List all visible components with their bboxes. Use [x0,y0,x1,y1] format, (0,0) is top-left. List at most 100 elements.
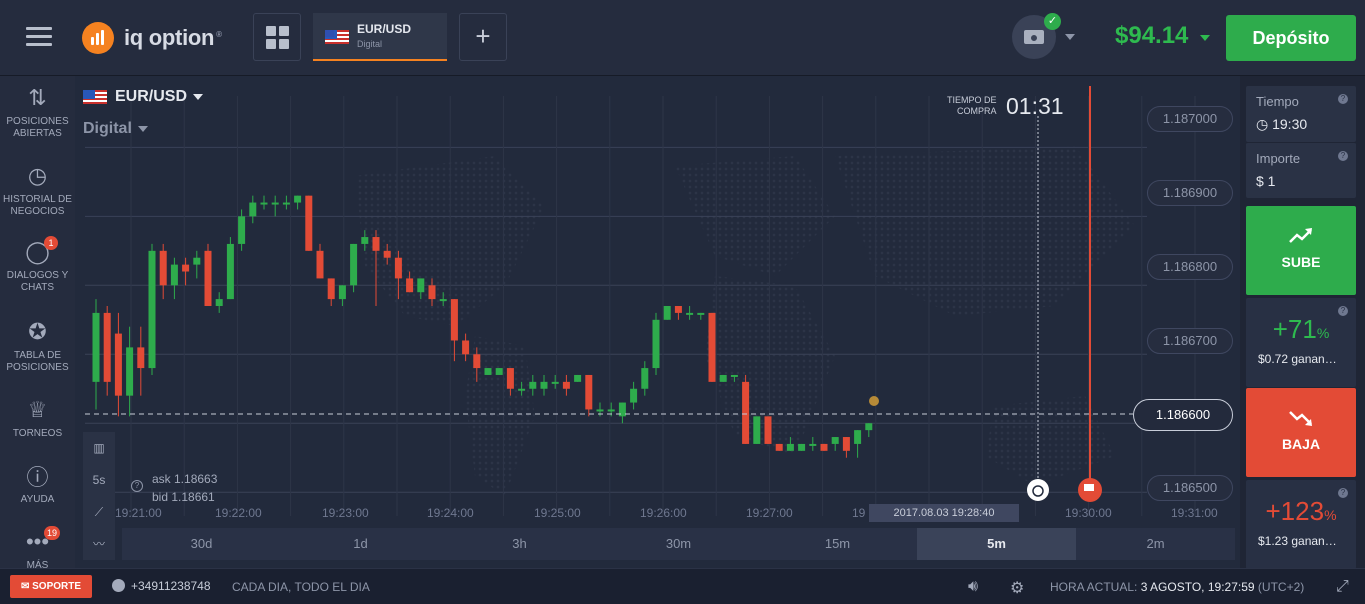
left-sidebar: ⇅ POSICIONES ABIERTAS ◷ HISTORIAL DE NEG… [0,76,75,571]
ask-price: ask 1.18663 [152,472,218,486]
logo-icon [82,22,114,54]
time-tick: 19 [852,506,866,520]
candle-down [820,443,828,451]
brand-logo[interactable]: iq option ® [82,22,222,54]
candle-type-button[interactable]: ▥ [83,432,115,464]
timeframe-15m[interactable]: 15m [758,528,917,560]
buy-time-label: TIEMPO DE COMPRA [947,95,997,116]
sidebar-item-help[interactable]: ⓘ AYUDA [0,462,75,506]
trend-down-icon [1289,411,1312,426]
timeframe-bar: 30d 1d 3h 30m 15m 5m 2m [122,528,1235,560]
chart-asset-selector[interactable]: EUR/USD [83,88,204,106]
sidebar-item-leaderboard[interactable]: ✪ TABLA DE POSICIONES [0,318,75,374]
candle-down [562,381,570,389]
chevron-down-icon[interactable] [1065,34,1075,40]
candle-down [775,443,783,451]
candle-down [159,250,167,286]
candle-down [585,374,593,410]
deposit-button[interactable]: Depósito [1226,15,1356,61]
info-icon[interactable]: ? [131,480,143,492]
candle-down [316,250,324,279]
chat-badge: 1 [44,236,58,250]
camera-button[interactable]: ✓ [1012,13,1061,59]
chart-asset-name: EUR/USD [115,88,188,105]
candle-up [271,202,279,205]
candle-up [215,299,223,306]
add-asset-button[interactable]: + [459,13,507,61]
candle-up [495,368,503,375]
put-label: BAJA [1281,436,1321,452]
timeframe-3h[interactable]: 3h [440,528,599,560]
candle-up [831,437,839,444]
footer: ✉ SOPORTE +34911238748 CADA DIA, TODO EL… [0,568,1365,604]
sidebar-item-trade-history[interactable]: ◷ HISTORIAL DE NEGOCIOS [0,162,75,218]
indicators-button[interactable]: 〰 [83,528,115,560]
candle-down [764,416,772,444]
apps-grid-button[interactable] [253,13,301,61]
timeframe-5m[interactable]: 5m [917,528,1076,560]
chevron-down-icon [193,94,204,100]
call-label: SUBE [1281,254,1321,270]
menu-icon[interactable] [26,27,52,47]
candle-up [518,388,526,391]
candle-up [529,381,537,389]
help-icon: ⓘ [26,465,49,490]
candle-up [865,423,873,431]
candle-up [282,202,290,205]
put-percent: +123 [1265,496,1325,526]
expiry-time-field[interactable]: Tiempo ? ◷ 19:30 [1246,86,1356,142]
candle-down [428,285,436,300]
help-icon[interactable]: ? [1338,151,1348,161]
candle-down [406,278,414,293]
chart-area[interactable]: EUR/USD Digital TIEMPO DE COMPRA 01:31 1.… [75,76,1240,568]
drawing-tool-button[interactable]: ⟋ [83,496,115,528]
time-tick: 19:30:00 [1065,506,1112,520]
timeframe-30d[interactable]: 30d [122,528,281,560]
asset-tab-eurusd[interactable]: EUR/USD Digital [313,13,447,61]
time-tick: 19:23:00 [322,506,369,520]
candle-up [361,237,369,244]
option-type-selector[interactable]: Digital [83,120,148,138]
timeframe-2m[interactable]: 2m [1076,528,1235,560]
candle-up [798,443,806,451]
chat-icon: ◯ 1 [0,236,75,266]
timeframe-30m[interactable]: 30m [599,528,758,560]
sidebar-item-chats[interactable]: ◯ 1 DIALOGOS Y CHATS [0,236,75,294]
time-tick: 19:25:00 [534,506,581,520]
call-button[interactable]: SUBE [1246,206,1356,295]
candle-up [686,312,694,315]
candle-down [114,333,122,396]
candle-down [103,312,111,382]
interval-button[interactable]: 5s [83,464,115,496]
price-chart[interactable] [75,76,1240,568]
sidebar-item-open-positions[interactable]: ⇅ POSICIONES ABIERTAS [0,84,75,140]
trade-panel: Tiempo ? ◷ 19:30 Importe ? $ 1 SUBE ? +7… [1240,76,1365,569]
timeframe-1d[interactable]: 1d [281,528,440,560]
candle-up [607,409,615,412]
candle-up [260,202,268,205]
sound-icon[interactable]: 🔊︎ [968,578,978,596]
help-icon[interactable]: ? [1338,94,1348,104]
candle-up [417,278,425,293]
current-price-label: 1.186600 [1133,399,1233,431]
ask-bid: ask 1.18663 bid 1.18661 [152,470,217,506]
amount-field[interactable]: Importe ? $ 1 [1246,142,1356,198]
sidebar-item-more[interactable]: ••• 19 MÁS [0,526,75,572]
balance[interactable]: $94.14 [1115,22,1188,50]
fullscreen-icon[interactable]: ⤢ [1336,578,1349,596]
asset-tab-name: EUR/USD [357,22,412,36]
sidebar-item-tournaments[interactable]: ♕ TORNEOS [0,396,75,440]
support-phone: +34911238748 [112,579,211,593]
medal-icon: ✪ [28,319,47,344]
candle-down [506,368,514,389]
candle-up [730,374,738,377]
check-icon: ✓ [1044,13,1061,30]
candle-up [753,416,761,444]
candle-up [249,202,257,217]
settings-icon[interactable]: ⚙ [1010,578,1024,598]
candle-up [148,250,156,369]
put-button[interactable]: BAJA [1246,388,1356,477]
history-icon: ◷ [27,163,48,188]
support-button[interactable]: ✉ SOPORTE [10,575,92,598]
balance-chevron-down-icon[interactable] [1200,35,1210,41]
